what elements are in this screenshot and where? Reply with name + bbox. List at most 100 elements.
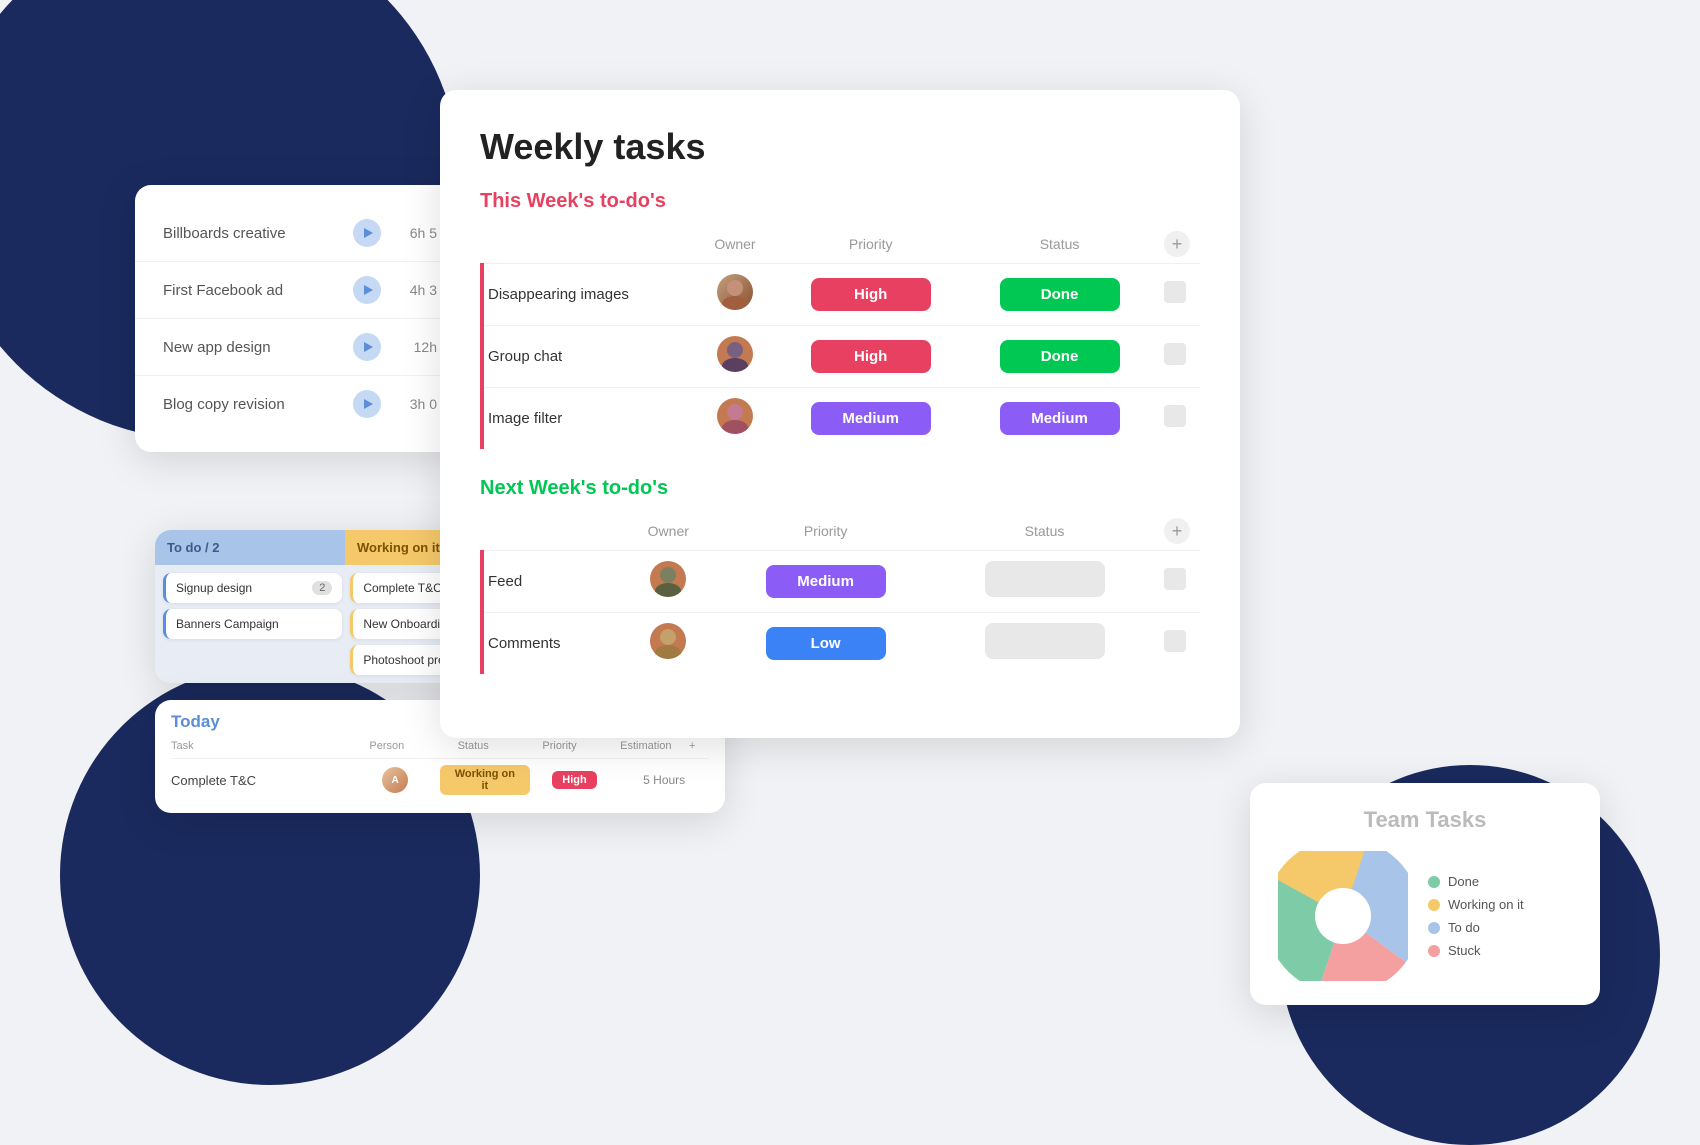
status-cell: Done: [965, 326, 1154, 388]
play-button-1[interactable]: [353, 276, 381, 304]
owner-cell: [620, 613, 716, 675]
kanban-item[interactable]: Signup design 2: [163, 573, 342, 603]
col-task: [482, 512, 620, 551]
team-tasks-title: Team Tasks: [1278, 807, 1572, 833]
next-week-table: Owner Priority Status + Feed Medium: [480, 512, 1200, 674]
priority-badge: High: [811, 278, 931, 311]
today-estimation-cell: 5 Hours: [619, 773, 709, 787]
avatar: [650, 623, 686, 659]
timelog-time-2: 12h: [395, 339, 437, 355]
legend-item-todo: To do: [1428, 920, 1524, 935]
priority-badge: High: [552, 771, 596, 789]
task-name-cell: Image filter: [482, 388, 694, 450]
drag-handle: [1164, 568, 1186, 590]
empty-status: [985, 623, 1105, 659]
task-name-cell: Group chat: [482, 326, 694, 388]
pie-chart: [1278, 851, 1408, 981]
priority-cell: Low: [716, 613, 935, 675]
owner-cell: [694, 388, 777, 450]
avatar: [717, 336, 753, 372]
add-next-task-button[interactable]: +: [1164, 518, 1190, 544]
timelog-row: New app design 12h: [135, 319, 465, 376]
play-button-3[interactable]: [353, 390, 381, 418]
kanban-item-label: Banners Campaign: [176, 617, 279, 631]
extra-cell: [1154, 388, 1200, 450]
today-row: Complete T&C A Working on it High 5 Hour…: [171, 758, 709, 801]
empty-status: [985, 561, 1105, 597]
table-row: Image filter Medium Medium: [482, 388, 1200, 450]
today-priority-cell: High: [530, 771, 620, 789]
status-cell: [935, 551, 1154, 613]
this-week-table: Owner Priority Status + Disappearing ima…: [480, 225, 1200, 449]
timelog-card: Billboards creative 6h 5 First Facebook …: [135, 185, 465, 452]
status-cell: [935, 613, 1154, 675]
play-button-2[interactable]: [353, 333, 381, 361]
extra-cell: [1154, 264, 1200, 326]
today-col-task-header: Task: [171, 740, 344, 752]
col-owner: Owner: [620, 512, 716, 551]
table-row: Group chat High Done: [482, 326, 1200, 388]
kanban-item[interactable]: Banners Campaign: [163, 609, 342, 639]
team-tasks-card: Team Tasks Done Working on it: [1250, 783, 1600, 1005]
status-badge: Working on it: [440, 765, 530, 795]
priority-badge: High: [811, 340, 931, 373]
add-task-button[interactable]: +: [1164, 231, 1190, 257]
kanban-col-todo: Signup design 2 Banners Campaign: [163, 573, 342, 675]
timelog-label-3: Blog copy revision: [163, 396, 339, 413]
priority-badge: Medium: [811, 402, 931, 435]
today-task-label: Complete T&C: [171, 773, 350, 788]
today-col-status-header: Status: [430, 740, 516, 752]
weekly-title: Weekly tasks: [480, 126, 1200, 168]
col-status: Status: [965, 225, 1154, 264]
col-add: +: [1154, 512, 1200, 551]
legend-item-done: Done: [1428, 874, 1524, 889]
legend-label-done: Done: [1448, 874, 1479, 889]
drag-handle: [1164, 405, 1186, 427]
status-badge: Done: [1000, 278, 1120, 311]
col-priority: Priority: [716, 512, 935, 551]
priority-badge: Medium: [766, 565, 886, 598]
today-col-estimation-header: Estimation: [603, 740, 689, 752]
kanban-item-badge: 2: [312, 581, 332, 595]
today-person-cell: A: [350, 767, 440, 793]
col-add: +: [1154, 225, 1200, 264]
owner-cell: [694, 264, 777, 326]
team-tasks-content: Done Working on it To do Stuck: [1278, 851, 1572, 981]
avatar: [650, 561, 686, 597]
col-task: [482, 225, 694, 264]
timelog-label-0: Billboards creative: [163, 225, 339, 242]
this-week-section-title: This Week's to-do's: [480, 190, 1200, 213]
timelog-row: First Facebook ad 4h 3: [135, 262, 465, 319]
priority-badge: Low: [766, 627, 886, 660]
next-week-section-title: Next Week's to-do's: [480, 477, 1200, 500]
weekly-tasks-card: Weekly tasks This Week's to-do's Owner P…: [440, 90, 1240, 738]
priority-cell: High: [776, 264, 965, 326]
play-button-0[interactable]: [353, 219, 381, 247]
timelog-label-2: New app design: [163, 339, 339, 356]
extra-cell: [1154, 613, 1200, 675]
today-status-cell: Working on it: [440, 765, 530, 795]
drag-handle: [1164, 630, 1186, 652]
status-cell: Done: [965, 264, 1154, 326]
today-add-col: +: [689, 740, 709, 752]
legend-label-stuck: Stuck: [1448, 943, 1481, 958]
avatar: [717, 274, 753, 310]
timelog-label-1: First Facebook ad: [163, 282, 339, 299]
kanban-col-header-todo: To do / 2: [155, 530, 345, 565]
task-name-cell: Feed: [482, 551, 620, 613]
timelog-time-1: 4h 3: [395, 282, 437, 298]
drag-handle: [1164, 281, 1186, 303]
timelog-row: Blog copy revision 3h 0: [135, 376, 465, 432]
priority-cell: Medium: [716, 551, 935, 613]
task-name-cell: Disappearing images: [482, 264, 694, 326]
priority-cell: High: [776, 326, 965, 388]
legend-dot-working: [1428, 899, 1440, 911]
legend-item-working: Working on it: [1428, 897, 1524, 912]
status-badge: Medium: [1000, 402, 1120, 435]
avatar: A: [382, 767, 408, 793]
today-col-priority-header: Priority: [516, 740, 602, 752]
kanban-item-label: Complete T&C: [363, 581, 441, 595]
timelog-time-0: 6h 5: [395, 225, 437, 241]
col-owner: Owner: [694, 225, 777, 264]
legend-item-stuck: Stuck: [1428, 943, 1524, 958]
